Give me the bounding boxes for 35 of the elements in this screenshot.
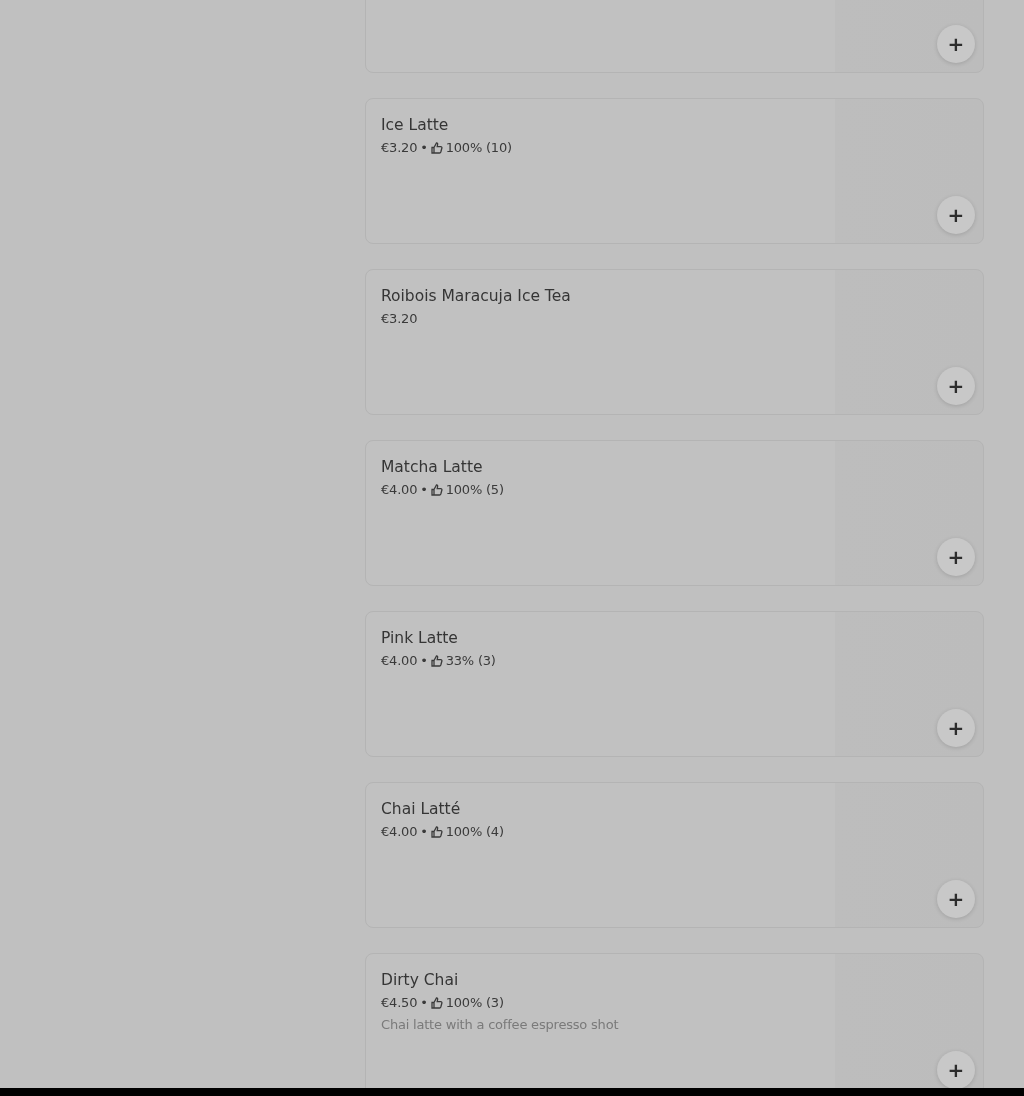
add-button[interactable]: + — [937, 538, 975, 576]
thumbs-up-icon — [430, 484, 443, 496]
item-name: Ice Latte — [381, 115, 449, 136]
separator-dot: • — [420, 823, 428, 841]
item-name: Chai Latté — [381, 799, 461, 820]
item-rating: 100% (10) — [445, 139, 512, 157]
item-name: Roibois Maracuja Ice Tea — [381, 286, 571, 307]
item-rating: 100% (5) — [445, 481, 504, 499]
add-button[interactable]: + — [937, 880, 975, 918]
item-name: Matcha Latte — [381, 457, 483, 478]
thumbs-up-icon — [430, 142, 443, 154]
item-price: €4.00 — [381, 652, 418, 670]
item-rating: 100% (4) — [445, 823, 504, 841]
item-name: Pink Latte — [381, 628, 458, 649]
separator-dot: • — [420, 994, 428, 1012]
separator-dot: • — [420, 481, 428, 499]
add-button[interactable]: + — [937, 1051, 975, 1088]
item-price: €4.00 — [381, 481, 418, 499]
item-price: €4.50 — [381, 994, 418, 1012]
add-button[interactable]: + — [937, 25, 975, 63]
thumbs-up-icon — [430, 826, 443, 838]
item-name: Dirty Chai — [381, 970, 459, 991]
separator-dot: • — [420, 652, 428, 670]
item-rating: 100% (3) — [445, 994, 504, 1012]
item-price: €3.20 — [381, 139, 418, 157]
add-button[interactable]: + — [937, 196, 975, 234]
add-button[interactable]: + — [937, 367, 975, 405]
item-description: Chai latte with a coffee espresso shot — [381, 1017, 619, 1032]
add-button[interactable]: + — [937, 709, 975, 747]
thumbs-up-icon — [430, 655, 443, 667]
separator-dot: • — [420, 139, 428, 157]
thumbs-up-icon — [430, 997, 443, 1009]
item-rating: 33% (3) — [445, 652, 496, 670]
item-price: €4.00 — [381, 823, 418, 841]
item-price: €3.20 — [381, 310, 418, 328]
